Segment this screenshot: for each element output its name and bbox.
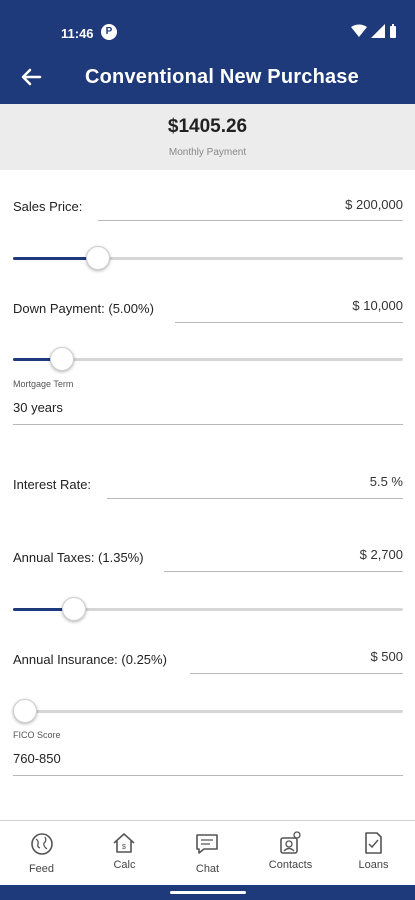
annual-insurance-field[interactable]: $ 500 — [370, 649, 403, 664]
status-time: 11:46 — [61, 26, 94, 41]
home-calc-icon: $ — [113, 833, 135, 853]
sales-price-field[interactable]: $ 200,000 — [345, 197, 403, 212]
slider-thumb[interactable] — [86, 246, 111, 270]
annual-taxes-slider[interactable] — [13, 596, 403, 622]
signal-icon — [371, 24, 385, 38]
sales-price-label: Sales Price: — [13, 199, 83, 214]
fico-score-label: FICO Score — [13, 730, 61, 740]
globe-icon — [31, 833, 53, 855]
nav-calc[interactable]: $ Calc — [83, 821, 166, 883]
annual-taxes-label: Annual Taxes: (1.35%) — [13, 550, 144, 565]
slider-thumb[interactable] — [49, 347, 74, 371]
interest-rate-underline — [107, 498, 403, 499]
fico-score-select[interactable]: 760-850 — [13, 751, 61, 766]
monthly-payment-value: $1405.26 — [167, 116, 248, 137]
chat-icon — [196, 834, 218, 854]
status-bar: 11:46 P — [0, 0, 415, 52]
back-arrow-icon[interactable] — [18, 64, 44, 90]
mortgage-term-select[interactable]: 30 years — [13, 400, 63, 415]
svg-text:$: $ — [122, 844, 126, 851]
app-bar: 11:46 P Conventional New Purchase — [0, 0, 415, 104]
slider-thumb[interactable] — [62, 597, 87, 621]
nav-calc-label: Calc — [113, 859, 136, 871]
monthly-payment-panel: $1405.26 Monthly Payment — [0, 104, 415, 170]
status-icons — [351, 24, 397, 38]
document-icon — [365, 832, 382, 854]
annual-insurance-label: Annual Insurance: (0.25%) — [13, 652, 167, 667]
nav-loans[interactable]: Loans — [332, 821, 415, 883]
system-navigation-bar — [0, 885, 415, 900]
down-payment-field[interactable]: $ 10,000 — [352, 298, 403, 313]
slider-thumb[interactable] — [13, 699, 37, 723]
battery-icon — [390, 24, 396, 38]
mortgage-term-label: Mortgage Term — [13, 379, 74, 389]
down-payment-slider[interactable] — [13, 346, 403, 372]
monthly-payment-label: Monthly Payment — [168, 147, 247, 158]
nav-contacts-label: Contacts — [268, 859, 313, 871]
interest-rate-label: Interest Rate: — [13, 477, 92, 492]
annual-insurance-underline — [190, 673, 403, 674]
notification-icon: P — [101, 24, 117, 40]
annual-taxes-underline — [164, 571, 403, 572]
nav-feed-label: Feed — [28, 863, 55, 875]
down-payment-underline — [175, 322, 403, 323]
home-indicator[interactable] — [170, 891, 246, 894]
nav-feed[interactable]: Feed — [0, 821, 83, 883]
nav-chat[interactable]: Chat — [166, 821, 249, 883]
title-row: Conventional New Purchase — [0, 60, 415, 100]
page-title: Conventional New Purchase — [85, 66, 359, 88]
sales-price-slider[interactable] — [13, 245, 403, 271]
sales-price-underline — [98, 220, 403, 221]
nav-loans-label: Loans — [358, 859, 389, 871]
annual-insurance-slider[interactable] — [13, 698, 403, 724]
contacts-icon — [280, 831, 301, 854]
slider-track — [13, 710, 403, 713]
mortgage-term-underline — [13, 424, 403, 425]
annual-taxes-field[interactable]: $ 2,700 — [360, 547, 403, 562]
nav-chat-label: Chat — [195, 863, 220, 875]
interest-rate-field[interactable]: 5.5 % — [370, 474, 403, 489]
nav-contacts[interactable]: Contacts — [249, 821, 332, 883]
down-payment-label: Down Payment: (5.00%) — [13, 301, 154, 316]
wifi-icon — [351, 24, 367, 37]
fico-score-underline — [13, 775, 403, 776]
